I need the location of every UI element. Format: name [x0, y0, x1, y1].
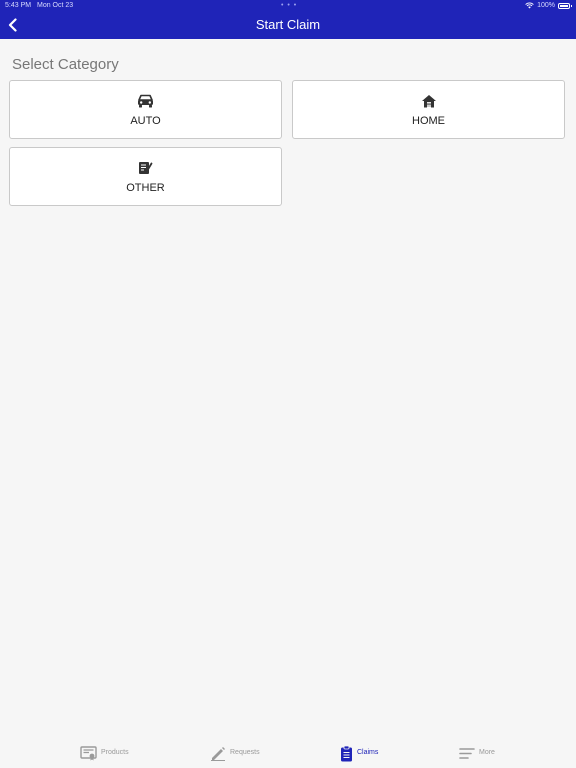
tab-claims-label: Claims	[357, 749, 379, 756]
house-icon	[421, 95, 436, 108]
category-auto-button[interactable]: AUTO	[9, 80, 282, 139]
multitasking-dots: • • •	[281, 2, 298, 9]
tab-more[interactable]: More	[459, 744, 495, 762]
status-date: Mon Oct 23	[37, 2, 74, 9]
tab-more-label: More	[479, 749, 495, 756]
menu-lines-icon	[459, 747, 475, 759]
status-time: 5:43 PM	[5, 2, 32, 9]
tab-requests[interactable]: Requests	[210, 744, 260, 762]
status-indicators: 100%	[525, 0, 572, 11]
tab-requests-label: Requests	[230, 749, 260, 756]
page-title: Start Claim	[255, 17, 321, 32]
category-home-label: HOME	[412, 115, 445, 127]
battery-icon	[558, 2, 572, 9]
pencil-icon	[211, 746, 225, 761]
car-icon	[138, 94, 153, 108]
certificate-icon	[80, 745, 97, 760]
category-other-button[interactable]: OTHER	[9, 147, 282, 206]
document-edit-icon	[139, 162, 153, 174]
app-header: 5:43 PM Mon Oct 23 • • • 100% Start Clai…	[0, 0, 576, 39]
status-bar: 5:43 PM Mon Oct 23 • • • 100%	[0, 0, 576, 11]
tab-claims[interactable]: Claims	[340, 744, 378, 762]
category-auto-label: AUTO	[130, 115, 161, 127]
tab-products-label: Products	[101, 749, 129, 756]
tab-bar: Products Requests Claims More	[0, 738, 576, 768]
category-other-label: OTHER	[126, 182, 165, 194]
category-home-button[interactable]: HOME	[292, 80, 565, 139]
tab-products[interactable]: Products	[80, 744, 129, 762]
clipboard-icon	[341, 745, 352, 761]
wifi-icon	[525, 2, 534, 9]
battery-percentage: 100%	[537, 2, 555, 9]
section-title: Select Category	[12, 56, 119, 73]
